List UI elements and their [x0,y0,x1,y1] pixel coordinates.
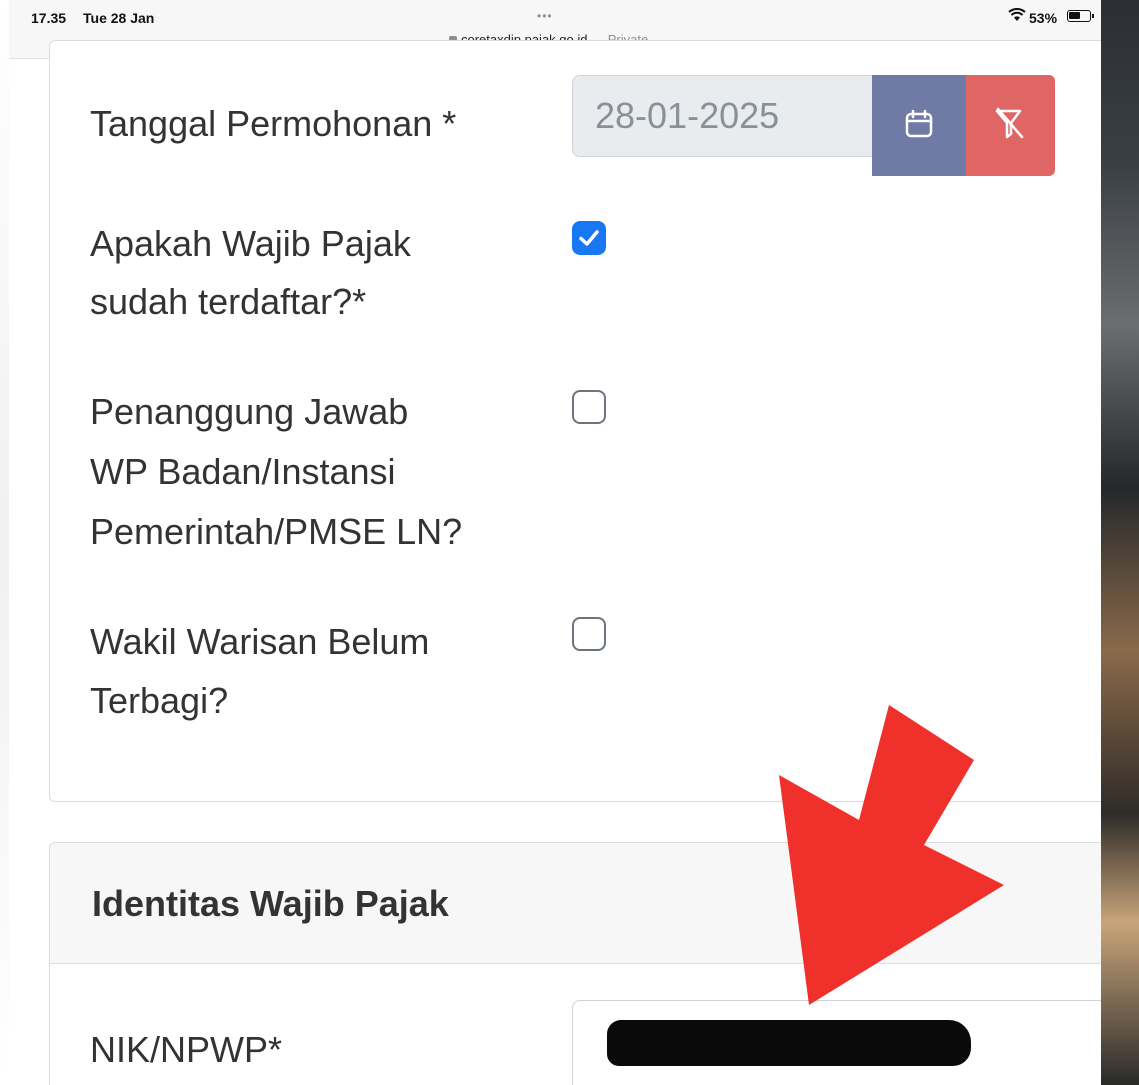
clear-filter-button[interactable] [966,75,1055,176]
tanggal-permohonan-label: Tanggal Permohonan * [90,103,457,144]
red-arrow-annotation [779,705,1004,1005]
penanggung-label-2: WP Badan/Instansi [90,451,396,492]
section-title: Identitas Wajib Pajak [92,883,449,924]
battery-percent: 53% [1029,10,1058,26]
wakil-label-2: Terbagi? [90,680,229,721]
multitask-dots[interactable]: ••• [537,9,553,23]
checkmark-icon [579,230,599,246]
calendar-button[interactable] [872,75,966,176]
browser-screen: 17.35 Tue 28 Jan ••• coretaxdjp.pajak.go… [9,0,1101,1085]
terdaftar-checkbox[interactable] [572,221,606,255]
nik-npwp-label: NIK/NPWP* [90,1029,283,1070]
terdaftar-label-1: Apakah Wajib Pajak [90,223,411,264]
wifi-icon [1008,8,1026,26]
penanggung-label-1: Penanggung Jawab [90,391,409,432]
wakil-label-1: Wakil Warisan Belum [90,621,430,662]
tanggal-permohonan-input[interactable]: 28-01-2025 [572,75,882,157]
penanggung-label-3: Pemerintah/PMSE LN? [90,511,463,552]
status-date: Tue 28 Jan [83,10,155,26]
terdaftar-label-2: sudah terdaftar?* [90,281,367,322]
battery-icon [1067,10,1094,22]
filter-clear-icon [995,107,1024,139]
status-time: 17.35 [31,10,67,26]
calendar-icon [905,109,933,138]
wakil-checkbox[interactable] [572,617,606,651]
background-photo [1101,0,1139,1085]
penanggung-checkbox[interactable] [572,390,606,424]
